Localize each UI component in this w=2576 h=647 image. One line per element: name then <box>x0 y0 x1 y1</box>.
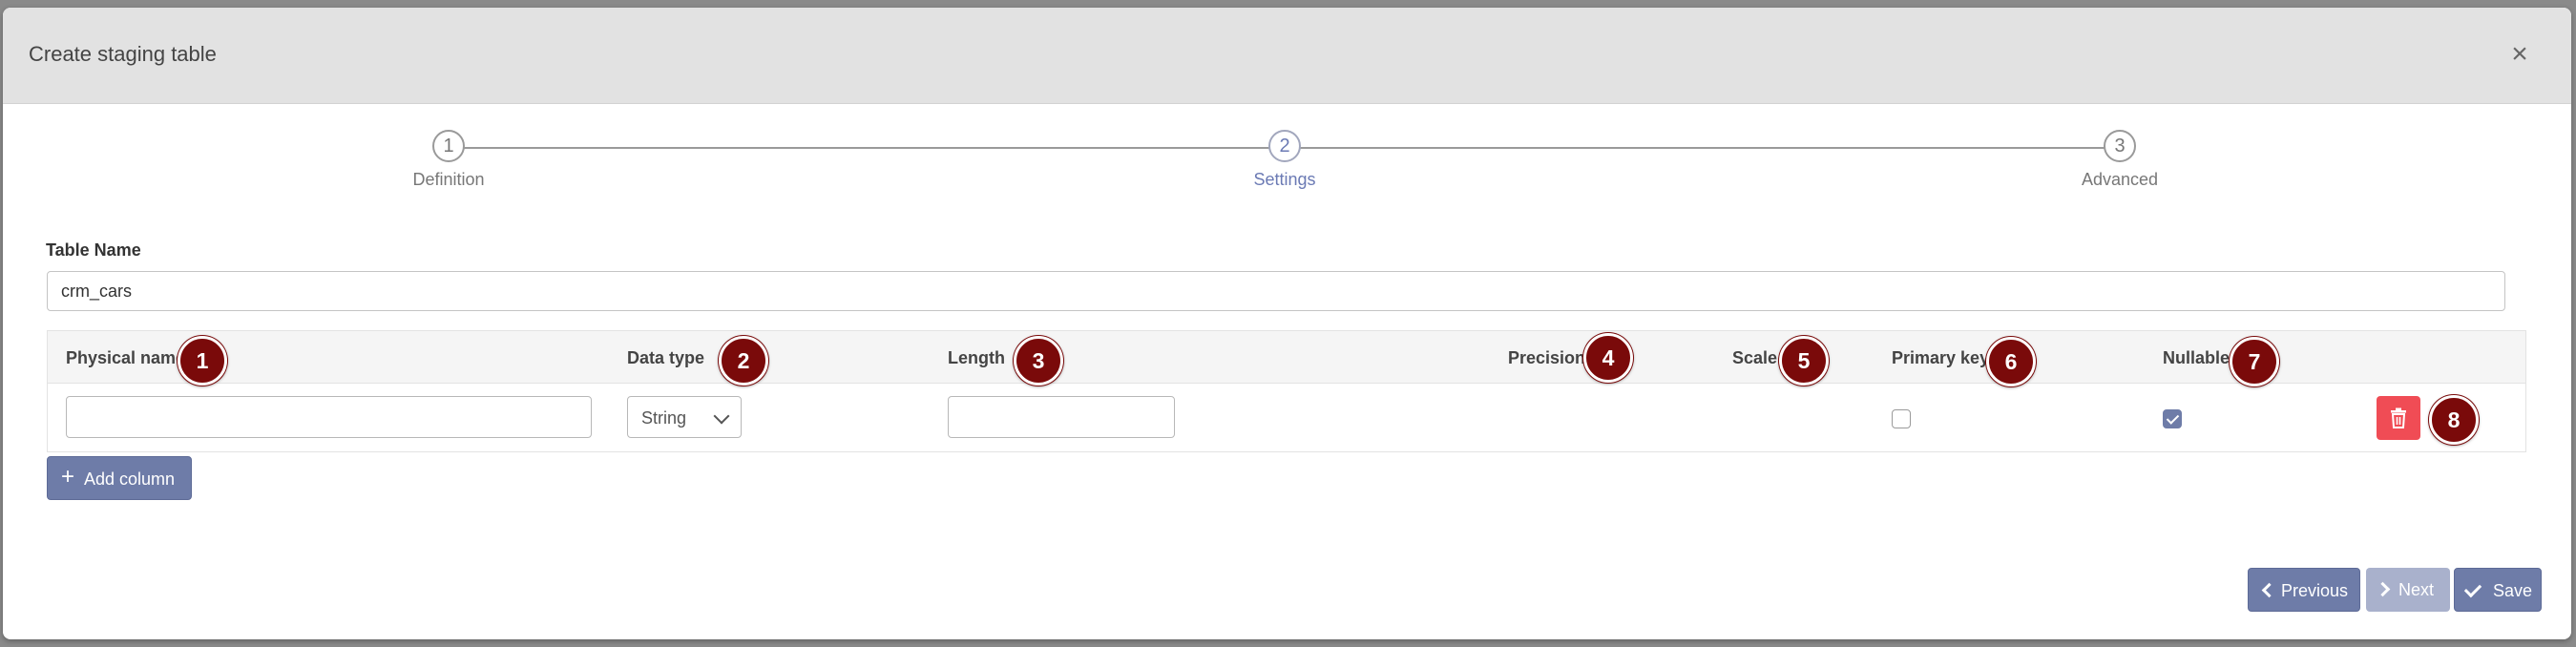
annotation-badge-5: 5 <box>1779 336 1829 386</box>
step-number: 2 <box>1268 130 1301 162</box>
step-settings[interactable]: 2 Settings <box>1141 130 1428 190</box>
columns-table-header: Physical name Data type Length Precision… <box>48 331 2525 386</box>
trash-icon <box>2391 407 2406 428</box>
delete-column-button[interactable] <box>2377 396 2420 440</box>
chevron-left-icon <box>2261 582 2277 598</box>
save-button[interactable]: Save <box>2454 568 2542 612</box>
column-header-data-type: Data type <box>627 348 705 367</box>
plus-icon: + <box>61 464 75 490</box>
column-header-precision: Precision <box>1508 348 1586 367</box>
physical-name-input[interactable] <box>66 396 592 438</box>
annotation-badge-7: 7 <box>2230 337 2279 386</box>
annotation-badge-4: 4 <box>1583 333 1633 383</box>
step-label: Definition <box>412 170 485 189</box>
column-header-physical-name: Physical name <box>66 348 186 367</box>
step-label: Advanced <box>2081 170 2159 189</box>
modal-header: Create staging table × <box>3 8 2571 104</box>
step-number: 3 <box>2104 130 2136 162</box>
chevron-down-icon <box>713 407 730 425</box>
step-definition[interactable]: 1 Definition <box>305 130 592 190</box>
add-column-button[interactable]: + Add column <box>47 456 192 500</box>
step-advanced[interactable]: 3 Advanced <box>1977 130 2263 190</box>
create-staging-table-modal: Create staging table × 1 Definition 2 Se… <box>3 8 2571 639</box>
table-name-input[interactable] <box>47 271 2505 311</box>
data-type-value: String <box>641 408 687 428</box>
step-label: Settings <box>1253 170 1316 189</box>
modal-title: Create staging table <box>29 42 217 66</box>
data-type-select[interactable]: String <box>627 396 742 438</box>
annotation-badge-8: 8 <box>2429 395 2479 445</box>
step-number: 1 <box>432 130 465 162</box>
column-header-length: Length <box>948 348 1005 367</box>
nullable-checkbox[interactable] <box>2163 409 2182 428</box>
annotation-badge-3: 3 <box>1014 336 1063 386</box>
annotation-badge-6: 6 <box>1986 337 2036 386</box>
column-header-primary-key: Primary key <box>1892 348 1990 367</box>
primary-key-checkbox[interactable] <box>1892 409 1911 428</box>
length-input[interactable] <box>948 396 1175 438</box>
next-button[interactable]: Next <box>2366 568 2450 612</box>
annotation-badge-2: 2 <box>719 336 768 386</box>
annotation-badge-1: 1 <box>178 336 227 386</box>
table-name-label: Table Name <box>46 240 141 260</box>
previous-button[interactable]: Previous <box>2248 568 2360 612</box>
close-icon[interactable]: × <box>2505 40 2534 72</box>
column-header-scale: Scale <box>1732 348 1778 367</box>
columns-table: Physical name Data type Length Precision… <box>47 330 2526 452</box>
chevron-right-icon <box>2375 581 2391 597</box>
column-header-nullable: Nullable <box>2163 348 2230 367</box>
check-icon <box>2463 579 2482 598</box>
